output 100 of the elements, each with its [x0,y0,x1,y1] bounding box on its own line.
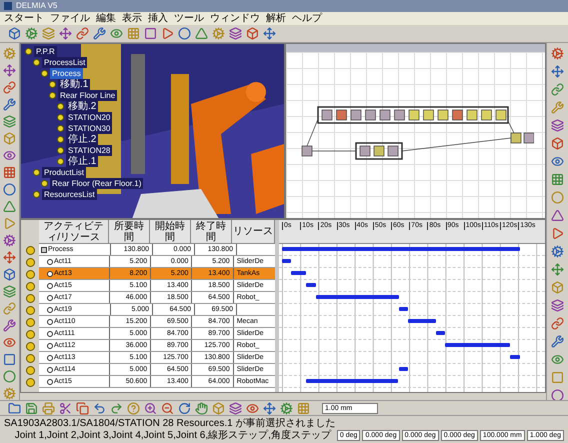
link-icon[interactable] [551,83,564,96]
save-icon[interactable] [25,402,38,414]
column-header[interactable]: リソース [232,220,276,243]
gear-icon[interactable] [3,387,16,400]
gantt-bar[interactable] [510,355,520,359]
menu-item[interactable]: ツール [174,12,204,24]
triangle-icon[interactable] [3,200,16,213]
move-icon[interactable] [263,402,276,414]
link-icon[interactable] [551,317,564,330]
tree-item[interactable]: STATION28 [66,145,112,156]
copy-icon[interactable] [76,402,89,414]
wrench-icon[interactable] [551,335,564,348]
cube-icon[interactable] [3,268,16,281]
menu-item[interactable]: 解析 [266,12,286,24]
square-icon[interactable] [144,27,157,40]
cube-icon[interactable] [8,27,21,40]
eye-icon[interactable] [3,336,16,349]
wrench-icon[interactable] [3,319,16,332]
tree-item[interactable]: ProcessList [42,57,88,68]
eye-icon[interactable] [551,353,564,366]
link-icon[interactable] [76,27,89,40]
tree-item[interactable]: 移動.1 [58,79,90,90]
circle-icon[interactable] [3,370,16,383]
cube-icon[interactable] [212,402,225,414]
tree-item[interactable]: P.P.R [34,46,57,57]
grid-icon[interactable] [127,27,140,40]
rotate-icon[interactable] [178,402,191,414]
menu-item[interactable]: ファイル [50,12,90,24]
gear-icon[interactable] [551,47,564,60]
eye-icon[interactable] [246,402,259,414]
column-header[interactable]: 終了時間 [191,220,232,243]
gantt-bar[interactable] [399,367,408,371]
tree-item[interactable]: STATION20 [66,112,112,123]
move-icon[interactable] [551,263,564,276]
grid-icon[interactable] [551,173,564,186]
square-icon[interactable] [551,371,564,384]
move-icon[interactable] [3,64,16,77]
help-icon[interactable] [127,402,140,414]
gear-icon[interactable] [212,27,225,40]
tree-item[interactable]: 移動.2 [66,101,98,112]
move-icon[interactable] [263,27,276,40]
folder-icon[interactable] [8,402,21,414]
menu-item[interactable]: 挿入 [148,12,168,24]
column-header[interactable]: アクティビティ/リソース [39,220,110,243]
circle-icon[interactable] [551,191,564,204]
tree-item[interactable]: 停止.1 [66,156,98,167]
eye-icon[interactable] [3,149,16,162]
move-icon[interactable] [59,27,72,40]
layers-icon[interactable] [3,115,16,128]
redo-icon[interactable] [110,402,123,414]
circle-icon[interactable] [178,27,191,40]
menu-item[interactable]: 編集 [96,12,116,24]
layers-icon[interactable] [3,285,16,298]
grid-icon[interactable] [3,166,16,179]
move-icon[interactable] [551,65,564,78]
play-icon[interactable] [161,27,174,40]
gear-icon[interactable] [3,47,16,60]
triangle-icon[interactable] [195,27,208,40]
column-header[interactable]: 所要時間 [109,220,150,243]
layers-icon[interactable] [229,27,242,40]
eye-icon[interactable] [110,27,123,40]
gear-icon[interactable] [3,234,16,247]
tree-item[interactable]: Process [50,68,83,79]
menu-item[interactable]: 表示 [122,12,142,24]
layers-icon[interactable] [229,402,242,414]
hand-icon[interactable] [195,402,208,414]
gear-icon[interactable] [551,245,564,258]
wrench-icon[interactable] [551,101,564,114]
eye-icon[interactable] [551,155,564,168]
gantt-bar[interactable] [399,307,408,311]
menu-item[interactable]: スタート [4,12,44,24]
gantt-bar[interactable] [282,259,292,263]
link-icon[interactable] [3,81,16,94]
layers-icon[interactable] [42,27,55,40]
menu-item[interactable]: ヘルプ [292,12,322,24]
wrench-icon[interactable] [93,27,106,40]
tree-item[interactable]: Rear Floor (Rear Floor.1) [50,178,144,189]
triangle-icon[interactable] [551,209,564,222]
cube-icon[interactable] [246,27,259,40]
cube-icon[interactable] [551,281,564,294]
menu-item[interactable]: ウィンドウ [210,12,260,24]
play-icon[interactable] [3,217,16,230]
layers-icon[interactable] [551,299,564,312]
scissors-icon[interactable] [59,402,72,414]
gear-icon[interactable] [25,27,38,40]
column-header[interactable]: 開始時間 [150,220,192,243]
tree-item[interactable]: ResourcesList [42,189,97,200]
tree-item[interactable]: Rear Floor Line [58,90,118,101]
gear-icon[interactable] [280,402,293,414]
cube-icon[interactable] [551,137,564,150]
layers-icon[interactable] [551,119,564,132]
circle-icon[interactable] [551,389,564,402]
zoom-out-icon[interactable] [161,402,174,414]
play-icon[interactable] [551,227,564,240]
wrench-icon[interactable] [3,98,16,111]
link-icon[interactable] [3,302,16,315]
tree-item[interactable]: ProductList [42,167,86,178]
circle-icon[interactable] [3,183,16,196]
tree-item[interactable]: STATION30 [66,123,112,134]
undo-icon[interactable] [93,402,106,414]
